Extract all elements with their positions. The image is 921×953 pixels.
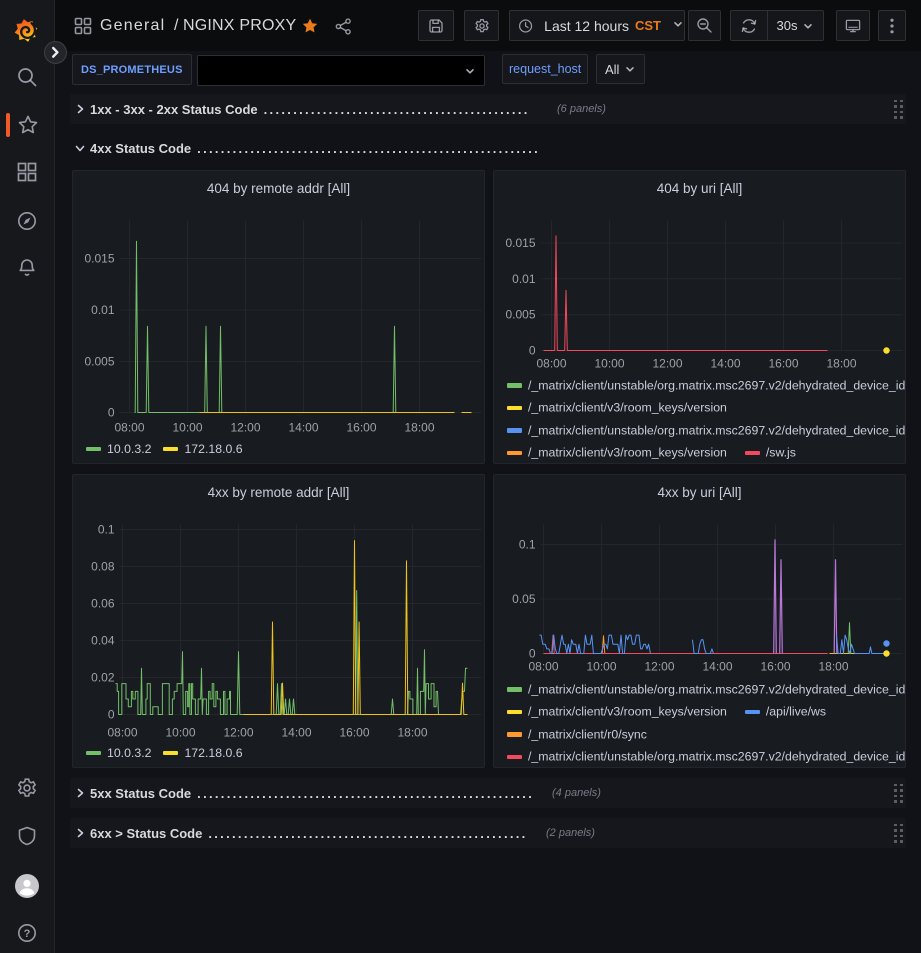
svg-text:0.005: 0.005 (84, 355, 114, 369)
svg-text:16:00: 16:00 (339, 726, 369, 740)
svg-text:0.02: 0.02 (91, 671, 115, 685)
svg-text:14:00: 14:00 (281, 726, 311, 740)
svg-text:08:00: 08:00 (114, 421, 144, 435)
svg-text:0.08: 0.08 (91, 560, 115, 574)
svg-text:0.04: 0.04 (91, 634, 115, 648)
svg-text:0: 0 (529, 344, 536, 358)
svg-text:0.06: 0.06 (91, 597, 115, 611)
svg-text:0: 0 (529, 647, 536, 661)
svg-text:10:00: 10:00 (165, 726, 195, 740)
svg-text:16:00: 16:00 (346, 421, 376, 435)
svg-text:14:00: 14:00 (710, 357, 740, 371)
svg-text:14:00: 14:00 (702, 660, 732, 674)
svg-text:14:00: 14:00 (288, 421, 318, 435)
svg-text:12:00: 12:00 (652, 357, 682, 371)
svg-text:10:00: 10:00 (594, 357, 624, 371)
svg-text:0.015: 0.015 (84, 252, 114, 266)
svg-text:18:00: 18:00 (404, 421, 434, 435)
svg-text:0: 0 (108, 406, 115, 420)
svg-text:0: 0 (108, 708, 115, 722)
svg-text:08:00: 08:00 (528, 660, 558, 674)
svg-text:0.01: 0.01 (512, 272, 536, 286)
svg-text:18:00: 18:00 (397, 726, 427, 740)
svg-text:12:00: 12:00 (223, 726, 253, 740)
svg-text:16:00: 16:00 (768, 357, 798, 371)
svg-text:10:00: 10:00 (172, 421, 202, 435)
svg-text:08:00: 08:00 (536, 357, 566, 371)
svg-text:12:00: 12:00 (230, 421, 260, 435)
svg-text:16:00: 16:00 (760, 660, 790, 674)
svg-text:08:00: 08:00 (107, 726, 137, 740)
svg-text:?: ? (24, 928, 31, 940)
svg-text:0.05: 0.05 (512, 592, 536, 606)
svg-text:0.1: 0.1 (519, 538, 536, 552)
svg-text:12:00: 12:00 (644, 660, 674, 674)
svg-text:18:00: 18:00 (826, 357, 856, 371)
svg-text:10:00: 10:00 (586, 660, 616, 674)
svg-text:0.005: 0.005 (505, 308, 535, 322)
svg-text:0.01: 0.01 (91, 303, 115, 317)
svg-text:0.015: 0.015 (505, 236, 535, 250)
svg-text:18:00: 18:00 (818, 660, 848, 674)
svg-text:0.1: 0.1 (98, 523, 115, 537)
